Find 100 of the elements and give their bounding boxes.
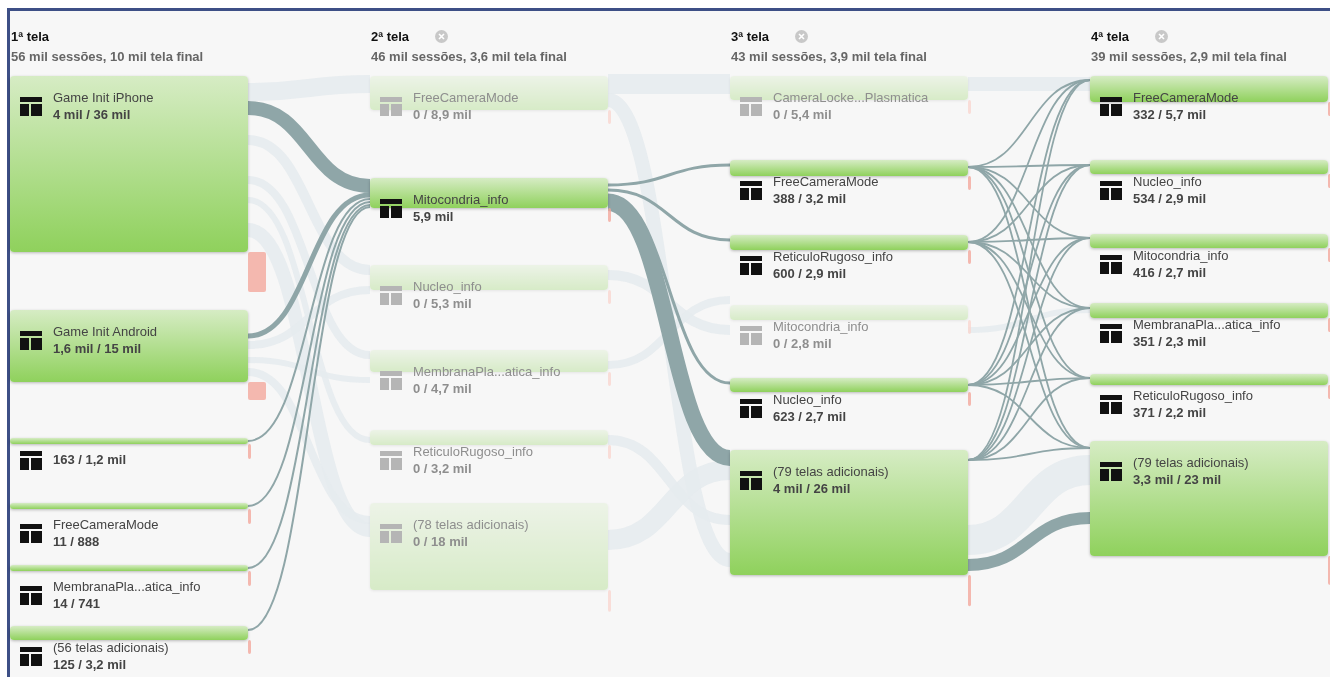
step-summary: 56 mil sessões, 10 mil tela final xyxy=(11,49,205,64)
session-count: 0 / 3,2 mil xyxy=(413,460,473,478)
close-icon[interactable] xyxy=(435,29,449,43)
table-icon xyxy=(20,97,42,116)
session-count: 351 / 2,3 mil xyxy=(1133,333,1207,351)
node-bar[interactable] xyxy=(1090,374,1328,385)
node-bar[interactable] xyxy=(730,160,968,176)
screen-name: FreeCameraMode xyxy=(773,173,879,190)
dropoff-bar xyxy=(248,252,266,292)
table-icon xyxy=(380,286,402,305)
session-count: 600 / 2,9 mil xyxy=(773,265,847,283)
table-icon xyxy=(20,647,42,666)
table-icon xyxy=(380,451,402,470)
node-bar[interactable] xyxy=(1090,303,1328,318)
table-icon xyxy=(20,331,42,350)
session-count: 332 / 5,7 mil xyxy=(1133,106,1207,124)
session-count: 4 mil / 26 mil xyxy=(773,480,852,498)
session-count: 0 / 8,9 mil xyxy=(413,106,473,124)
table-icon xyxy=(740,471,762,490)
node-bar[interactable] xyxy=(730,450,968,575)
node-bar[interactable] xyxy=(10,565,248,571)
dropoff-bar xyxy=(248,509,251,524)
screen-name: ReticuloRugoso_info xyxy=(773,248,893,265)
table-icon xyxy=(1100,255,1122,274)
session-count: 0 / 4,7 mil xyxy=(413,380,473,398)
table-icon xyxy=(1100,97,1122,116)
node-bar[interactable] xyxy=(730,378,968,392)
table-icon xyxy=(1100,181,1122,200)
table-icon xyxy=(740,256,762,275)
dropoff-bar xyxy=(608,208,611,222)
screen-name: Nucleo_info xyxy=(1133,173,1203,190)
step-title: 2ª tela xyxy=(371,28,410,44)
node-bar[interactable] xyxy=(370,430,608,445)
node-bar[interactable] xyxy=(10,503,248,509)
close-icon[interactable] xyxy=(1155,29,1169,43)
screen-name: ReticuloRugoso_info xyxy=(413,443,533,460)
node-bar[interactable] xyxy=(370,76,608,110)
step-title: 3ª tela xyxy=(731,28,770,44)
session-count: 0 / 5,3 mil xyxy=(413,295,473,313)
table-icon xyxy=(380,97,402,116)
node-bar[interactable] xyxy=(10,438,248,444)
screen-name: CameraLocke...Plasmatica xyxy=(773,89,929,106)
dropoff-bar xyxy=(968,575,971,607)
table-icon xyxy=(380,199,402,218)
node-bar[interactable] xyxy=(10,310,248,382)
screen-name: MembranaPla...atica_info xyxy=(1133,316,1281,333)
session-count: 0 / 2,8 mil xyxy=(773,335,833,353)
screen-name: Mitocondria_info xyxy=(413,191,509,208)
node-bar[interactable] xyxy=(370,178,608,208)
dropoff-bar xyxy=(968,250,971,264)
node-bar[interactable] xyxy=(730,305,968,320)
dropoff-bar xyxy=(968,176,971,190)
table-icon xyxy=(380,524,402,543)
screen-name: FreeCameraMode xyxy=(1133,89,1239,106)
screen-name: (79 telas adicionais) xyxy=(1133,454,1249,471)
session-count: 3,3 mil / 23 mil xyxy=(1133,471,1223,489)
table-icon xyxy=(1100,462,1122,481)
node-bar[interactable] xyxy=(1090,441,1328,556)
dropoff-bar xyxy=(248,640,251,654)
dropoff-bar xyxy=(248,571,251,586)
session-count: 125 / 3,2 mil xyxy=(53,656,127,674)
step-summary: 39 mil sessões, 2,9 mil tela final xyxy=(1091,49,1288,64)
table-icon xyxy=(20,586,42,605)
session-count: 5,9 mil xyxy=(413,208,455,226)
node-bar[interactable] xyxy=(10,76,248,252)
close-icon[interactable] xyxy=(795,29,809,43)
node-bar[interactable] xyxy=(730,76,968,100)
node-bar[interactable] xyxy=(1090,76,1328,102)
table-icon xyxy=(740,181,762,200)
node-bar[interactable] xyxy=(370,503,608,590)
screen-name: MembranaPla...atica_info xyxy=(413,363,561,380)
table-icon xyxy=(740,97,762,116)
session-count: 416 / 2,7 mil xyxy=(1133,264,1207,282)
screen-name: Game Init Android xyxy=(53,323,158,340)
screen-name: (79 telas adicionais) xyxy=(773,463,889,480)
session-count: 388 / 3,2 mil xyxy=(773,190,847,208)
dropoff-bar xyxy=(248,444,251,459)
session-count: 0 / 18 mil xyxy=(413,533,469,551)
table-icon xyxy=(1100,324,1122,343)
node-bar[interactable] xyxy=(1090,160,1328,174)
session-count: 4 mil / 36 mil xyxy=(53,106,132,124)
screen-name: (56 telas adicionais) xyxy=(53,639,169,656)
session-count: 623 / 2,7 mil xyxy=(773,408,846,426)
screen-name: Nucleo_info xyxy=(413,278,482,295)
table-icon xyxy=(20,451,42,470)
table-icon xyxy=(20,524,42,543)
node-bar[interactable] xyxy=(10,626,248,640)
session-count: 14 / 741 xyxy=(53,595,101,613)
dropoff-bar xyxy=(968,392,971,406)
node-bar[interactable] xyxy=(730,235,968,250)
step-title: 1ª tela xyxy=(11,28,50,44)
screen-name: Game Init iPhone xyxy=(53,89,154,106)
table-icon xyxy=(380,371,402,390)
node-bar[interactable] xyxy=(1090,234,1328,248)
session-count: 371 / 2,2 mil xyxy=(1133,404,1207,422)
screen-name: Nucleo_info xyxy=(773,391,843,408)
screen-name: FreeCameraMode xyxy=(53,516,159,533)
screen-name: FreeCameraMode xyxy=(413,89,519,106)
dropoff-bar xyxy=(248,382,266,400)
session-count: 0 / 5,4 mil xyxy=(773,106,833,124)
